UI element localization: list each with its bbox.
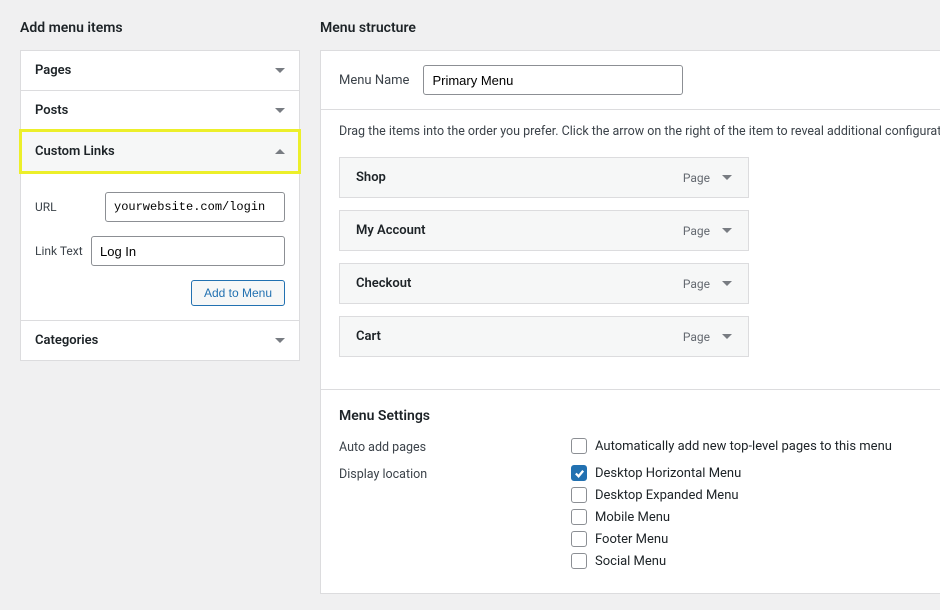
display-option[interactable]: Footer Menu (571, 531, 741, 547)
display-option-label: Desktop Expanded Menu (595, 488, 739, 503)
display-option[interactable]: Mobile Menu (571, 509, 741, 525)
add-to-menu-button[interactable]: Add to Menu (191, 280, 285, 306)
menu-structure-heading: Menu structure (320, 20, 940, 36)
chevron-up-icon (275, 149, 285, 154)
chevron-down-icon (275, 108, 285, 113)
menu-item-name: Cart (356, 329, 381, 344)
add-menu-items-heading: Add menu items (20, 20, 300, 36)
accordion-label: Categories (35, 333, 98, 348)
url-input[interactable] (105, 192, 285, 222)
menu-item-type: Page (683, 277, 710, 291)
display-option-label: Social Menu (595, 554, 666, 569)
auto-add-option[interactable]: Automatically add new top-level pages to… (571, 438, 892, 454)
chevron-down-icon (275, 338, 285, 343)
menu-item[interactable]: Shop Page (339, 157, 749, 198)
accordion-label: Posts (35, 103, 68, 118)
display-option-label: Footer Menu (595, 532, 668, 547)
menu-item[interactable]: My Account Page (339, 210, 749, 251)
checkbox-icon (571, 509, 587, 525)
link-text-input[interactable] (91, 236, 285, 266)
checkbox-icon (571, 487, 587, 503)
display-options: Desktop Horizontal Menu Desktop Expanded … (571, 465, 741, 569)
accordion-label: Pages (35, 63, 71, 78)
chevron-down-icon (722, 281, 732, 286)
accordion-pages[interactable]: Pages (21, 51, 299, 90)
menu-items-list: Shop Page My Account Page Checkout Page Cart Pa… (339, 157, 940, 357)
link-text-label: Link Text (35, 244, 91, 258)
menu-item-type: Page (683, 330, 710, 344)
display-option-label: Desktop Horizontal Menu (595, 466, 741, 481)
checkbox-icon (571, 465, 587, 481)
accordion-label: Custom Links (35, 144, 115, 159)
display-option[interactable]: Desktop Expanded Menu (571, 487, 741, 503)
menu-name-label: Menu Name (339, 73, 409, 88)
display-option-label: Mobile Menu (595, 510, 670, 525)
auto-add-text: Automatically add new top-level pages to… (595, 439, 892, 454)
accordion-custom-links[interactable]: Custom Links (21, 131, 299, 172)
menu-item[interactable]: Checkout Page (339, 263, 749, 304)
menu-item-name: Shop (356, 170, 386, 185)
menu-item-name: My Account (356, 223, 426, 238)
menu-item-type: Page (683, 224, 710, 238)
display-location-label: Display location (339, 465, 571, 569)
menu-structure-panel: Menu Name Drag the items into the order … (320, 50, 940, 594)
checkbox-icon (571, 531, 587, 547)
menu-item-type: Page (683, 171, 710, 185)
menu-name-input[interactable] (423, 65, 683, 95)
drag-instructions: Drag the items into the order you prefer… (339, 124, 940, 139)
custom-links-body: URL Link Text Add to Menu (21, 172, 299, 320)
accordion-categories[interactable]: Categories (21, 321, 299, 360)
chevron-down-icon (722, 228, 732, 233)
checkbox-icon (571, 553, 587, 569)
auto-add-label: Auto add pages (339, 438, 571, 455)
checkbox-icon (571, 438, 587, 454)
chevron-down-icon (722, 175, 732, 180)
chevron-down-icon (275, 68, 285, 73)
menu-settings-heading: Menu Settings (339, 408, 940, 424)
add-items-accordion: Pages Posts Custom Links URL (20, 50, 300, 361)
accordion-posts[interactable]: Posts (21, 91, 299, 130)
menu-item-name: Checkout (356, 276, 411, 291)
url-label: URL (35, 200, 105, 214)
display-option[interactable]: Social Menu (571, 553, 741, 569)
chevron-down-icon (722, 334, 732, 339)
display-option[interactable]: Desktop Horizontal Menu (571, 465, 741, 481)
menu-item[interactable]: Cart Page (339, 316, 749, 357)
